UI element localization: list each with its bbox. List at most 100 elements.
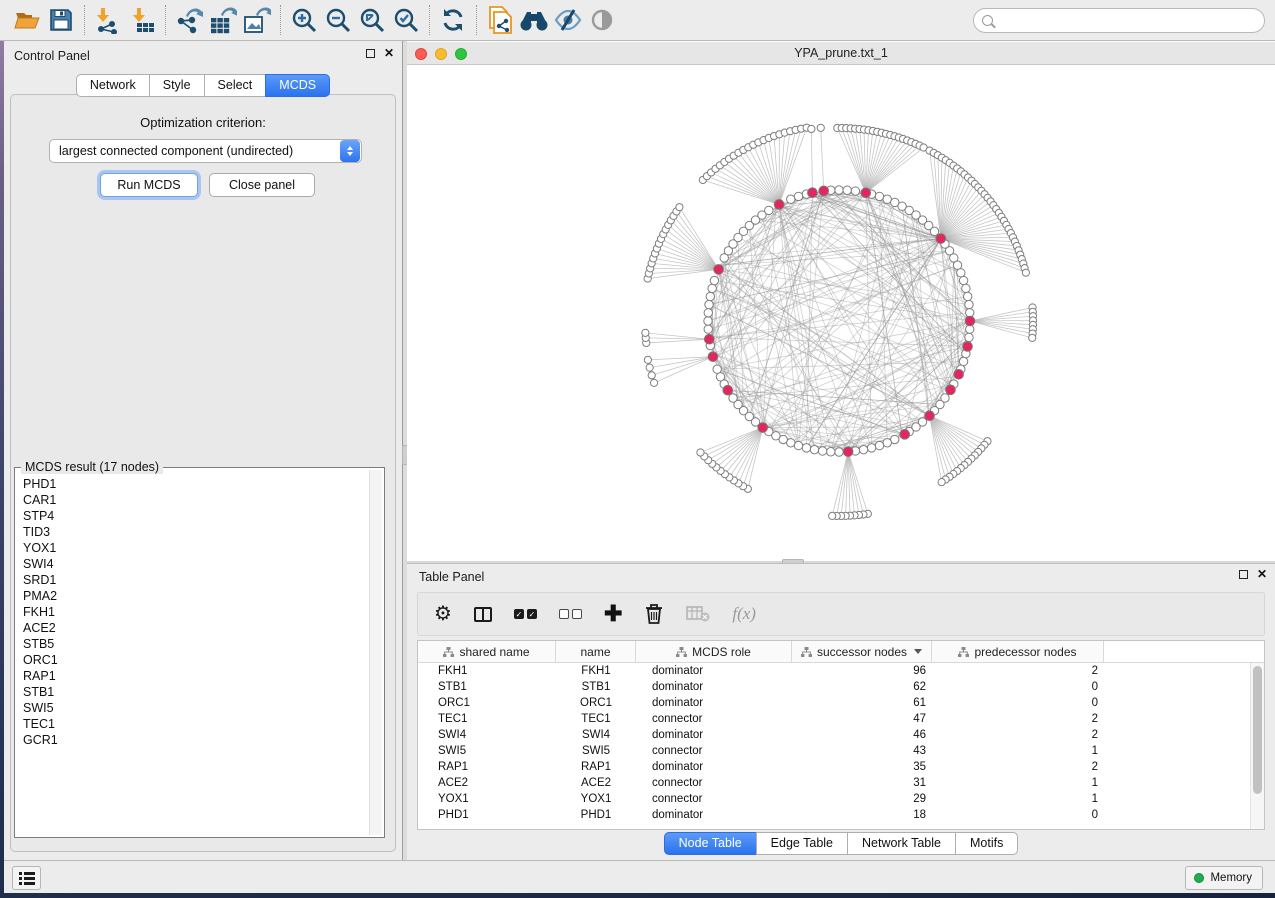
network-node[interactable] <box>787 195 795 203</box>
network-hub-node[interactable] <box>723 385 733 395</box>
refresh-icon[interactable] <box>436 5 470 35</box>
column-header-shared-name[interactable]: shared name <box>418 641 556 662</box>
network-leaf-node[interactable] <box>1022 269 1029 276</box>
mcds-result-item[interactable]: SRD1 <box>23 572 384 588</box>
network-node[interactable] <box>965 300 973 308</box>
zoom-selected-icon[interactable] <box>389 5 423 35</box>
network-hub-node[interactable] <box>704 334 714 344</box>
mcds-result-item[interactable]: RAP1 <box>23 668 384 684</box>
table-row[interactable]: TEC1TEC1connector472 <box>418 711 1250 727</box>
mcds-result-item[interactable]: PMA2 <box>23 588 384 604</box>
network-leaf-node[interactable] <box>808 125 815 132</box>
network-node[interactable] <box>810 445 818 453</box>
network-node[interactable] <box>802 444 810 452</box>
column-header-name[interactable]: name <box>556 641 636 662</box>
network-node[interactable] <box>835 186 843 194</box>
table-row[interactable]: PHD1PHD1dominator180 <box>418 807 1250 823</box>
network-node[interactable] <box>867 444 875 452</box>
mcds-result-item[interactable]: ACE2 <box>23 620 384 636</box>
network-hub-node[interactable] <box>861 188 871 198</box>
zoom-in-icon[interactable] <box>287 5 321 35</box>
tab-mcds[interactable]: MCDS <box>265 74 330 97</box>
find-icon[interactable] <box>517 5 551 35</box>
show-all-icon[interactable] <box>585 5 619 35</box>
network-hub-node[interactable] <box>965 316 975 326</box>
import-table-icon[interactable] <box>125 5 159 35</box>
network-hub-node[interactable] <box>843 447 853 457</box>
network-hub-node[interactable] <box>963 342 973 352</box>
table-row[interactable]: SWI4SWI4dominator462 <box>418 727 1250 743</box>
criterion-dropdown[interactable]: largest connected component (undirected) <box>49 139 362 163</box>
network-node[interactable] <box>959 357 967 365</box>
network-hub-node[interactable] <box>946 385 956 395</box>
network-node[interactable] <box>875 441 883 449</box>
network-node[interactable] <box>835 448 843 456</box>
table-row[interactable]: RAP1RAP1dominator352 <box>418 759 1250 775</box>
task-history-button[interactable] <box>12 866 41 890</box>
deselect-all-icon[interactable] <box>559 600 582 628</box>
export-network-icon[interactable] <box>172 5 206 35</box>
network-node[interactable] <box>851 187 859 195</box>
table-scrollbar[interactable] <box>1250 663 1264 829</box>
network-node[interactable] <box>818 447 826 455</box>
mcds-result-item[interactable]: SWI4 <box>23 556 384 572</box>
save-session-icon[interactable] <box>44 5 78 35</box>
mcds-result-item[interactable]: YOX1 <box>23 540 384 556</box>
close-panel-button[interactable]: Close panel <box>209 173 315 197</box>
network-node[interactable] <box>963 292 971 300</box>
table-row[interactable]: ORC1ORC1dominator610 <box>418 695 1250 711</box>
network-leaf-node[interactable] <box>1029 334 1036 341</box>
mcds-result-item[interactable]: STB5 <box>23 636 384 652</box>
column-header-mcds-role[interactable]: MCDS role <box>636 641 792 662</box>
network-hub-node[interactable] <box>808 188 818 198</box>
network-leaf-node[interactable] <box>648 372 655 379</box>
network-node[interactable] <box>704 325 712 333</box>
select-all-icon[interactable]: ✓✓ <box>514 600 537 628</box>
network-hub-node[interactable] <box>758 423 768 433</box>
add-column-icon[interactable]: ✚ <box>604 600 622 628</box>
tab-select[interactable]: Select <box>204 74 267 97</box>
network-node[interactable] <box>765 206 773 214</box>
network-node[interactable] <box>794 192 802 200</box>
export-table-icon[interactable] <box>206 5 240 35</box>
network-hub-node[interactable] <box>774 200 784 210</box>
network-node[interactable] <box>957 269 965 277</box>
delete-column-icon[interactable] <box>644 600 664 628</box>
network-node[interactable] <box>859 445 867 453</box>
network-leaf-node[interactable] <box>697 449 704 456</box>
network-leaf-node[interactable] <box>644 356 651 363</box>
table-row[interactable]: ACE2ACE2connector311 <box>418 775 1250 791</box>
network-node[interactable] <box>729 394 737 402</box>
zoom-fit-icon[interactable] <box>355 5 389 35</box>
table-row[interactable]: FKH1FKH1dominator962 <box>418 663 1250 679</box>
network-node[interactable] <box>705 300 713 308</box>
table-settings-icon[interactable]: ⚙ <box>434 600 452 628</box>
tab-network[interactable]: Network <box>76 74 150 97</box>
network-node[interactable] <box>708 284 716 292</box>
network-node[interactable] <box>706 292 714 300</box>
network-canvas[interactable] <box>407 65 1275 561</box>
run-mcds-button[interactable]: Run MCDS <box>100 173 198 197</box>
network-node[interactable] <box>713 365 721 373</box>
network-leaf-node[interactable] <box>938 478 945 485</box>
network-hub-node[interactable] <box>925 411 935 421</box>
network-node[interactable] <box>827 448 835 456</box>
tab-motifs[interactable]: Motifs <box>955 832 1018 855</box>
network-hub-node[interactable] <box>708 352 718 362</box>
import-network-icon[interactable] <box>91 5 125 35</box>
column-header-predecessor-nodes[interactable]: predecessor nodes <box>932 641 1104 662</box>
tab-edge-table[interactable]: Edge Table <box>756 832 848 855</box>
table-row[interactable]: YOX1YOX1connector291 <box>418 791 1250 807</box>
column-header-successor-nodes[interactable]: successor nodes <box>792 641 932 662</box>
network-hub-node[interactable] <box>900 430 910 440</box>
mcds-result-item[interactable]: STP4 <box>23 508 384 524</box>
tab-node-table[interactable]: Node Table <box>664 832 757 855</box>
mcds-result-item[interactable]: TID3 <box>23 524 384 540</box>
close-panel-icon[interactable]: ✕ <box>1257 570 1267 579</box>
network-node[interactable] <box>794 441 802 449</box>
network-node[interactable] <box>962 284 970 292</box>
mcds-result-item[interactable]: SWI5 <box>23 700 384 716</box>
network-hub-node[interactable] <box>954 369 964 379</box>
hide-selected-icon[interactable] <box>551 5 585 35</box>
clone-network-icon[interactable] <box>483 5 517 35</box>
